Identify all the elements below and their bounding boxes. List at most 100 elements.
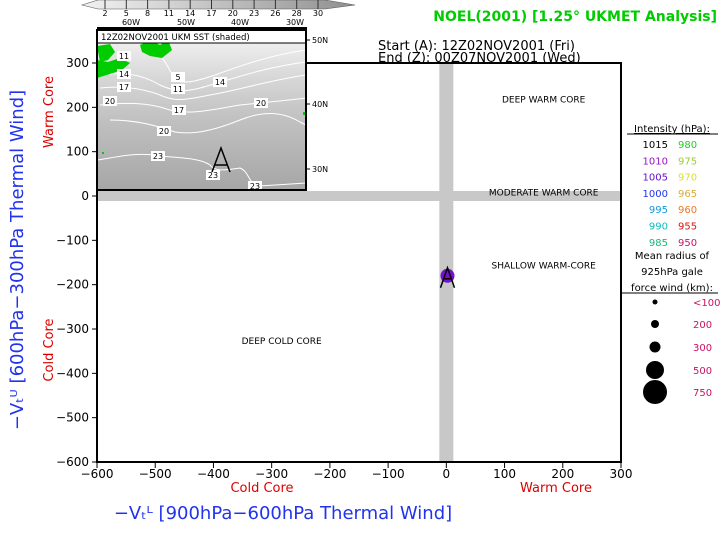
intensity-value: 950 xyxy=(678,238,697,249)
radius-marker xyxy=(649,341,661,353)
radius-marker xyxy=(651,320,659,328)
radius-label: 200 xyxy=(693,320,712,331)
y-tick-label: −500 xyxy=(56,411,89,425)
contour-label: 20 xyxy=(159,127,169,136)
radius-marker xyxy=(652,299,658,305)
chart-title: NOEL(2001) [1.25° UKMET Analysis] xyxy=(433,9,717,25)
y-tick-label: 200 xyxy=(66,100,89,114)
contour-label: 5 xyxy=(175,73,180,82)
region-label: DEEP WARM CORE xyxy=(502,95,586,105)
colorbar-tick-label: 2 xyxy=(102,9,107,18)
longitude-label: 30W xyxy=(286,18,304,27)
contour-label: 17 xyxy=(174,106,184,115)
x-tick-label: 0 xyxy=(443,467,451,481)
radius-marker xyxy=(646,361,664,379)
y-tick-label: 0 xyxy=(81,189,89,203)
region-label: MODERATE WARM CORE xyxy=(489,189,599,199)
y-warm-core-label: Warm Core xyxy=(42,76,57,148)
intensity-value: 970 xyxy=(678,173,697,184)
radius-label: 750 xyxy=(693,388,712,399)
intensity-value: 975 xyxy=(678,156,697,167)
sst-inset-map: 2 5 8 11 14 17 20 23 26 28 30 60W 50W 40W 30W 11 14 17 2… xyxy=(80,0,356,191)
y-axis-label: −Vₜᵁ [600hPa−300hPa Thermal Wind] xyxy=(7,90,28,430)
x-tick-label: −300 xyxy=(255,467,288,481)
contour-label: 20 xyxy=(105,97,115,106)
cyclone-phase-chart: NOEL(2001) [1.25° UKMET Analysis] Start … xyxy=(7,0,720,524)
colorbar-tick-label: 14 xyxy=(185,9,195,18)
colorbar-tick-label: 26 xyxy=(270,9,280,18)
colorbar-tick-label: 11 xyxy=(164,9,174,18)
intensity-value: 990 xyxy=(649,222,668,233)
intensity-value: 985 xyxy=(649,238,668,249)
y-axis-ticks: −600 −500 −400 −300 −200 −100 0 100 200 300 xyxy=(56,56,97,469)
latitude-label: 50N xyxy=(312,36,328,45)
sst-field xyxy=(97,43,306,190)
y-tick-label: 100 xyxy=(66,145,89,159)
contour-label: 11 xyxy=(119,52,129,61)
colorbar-tick-label: 28 xyxy=(292,9,302,18)
x-axis-label: −Vₜᴸ [900hPa−600hPa Thermal Wind] xyxy=(114,503,452,524)
y-tick-label: −400 xyxy=(56,366,89,380)
y-cold-core-label: Cold Core xyxy=(42,318,57,381)
radius-label: <100 xyxy=(693,298,720,309)
contour-label: 11 xyxy=(173,85,183,94)
intensity-legend-title: Intensity (hPa): xyxy=(634,124,710,135)
x-warm-core-label: Warm Core xyxy=(520,481,592,496)
radius-label: 500 xyxy=(693,366,712,377)
colorbar-tick-label: 8 xyxy=(145,9,150,18)
contour-label: 14 xyxy=(119,70,129,79)
intensity-value: 1010 xyxy=(643,156,668,167)
contour-label: 23 xyxy=(153,152,163,161)
latitude-labels: 50N 40N 30N xyxy=(306,36,328,174)
x-cold-core-label: Cold Core xyxy=(230,481,293,496)
longitude-labels: 60W 50W 40W 30W xyxy=(122,18,304,27)
longitude-label: 50W xyxy=(177,18,195,27)
intensity-value: 1000 xyxy=(643,189,668,200)
x-axis-ticks: −600 −500 −400 −300 −200 −100 0 100 200 300 xyxy=(81,462,633,481)
intensity-value: 960 xyxy=(678,205,697,216)
region-label: DEEP COLD CORE xyxy=(242,337,322,347)
y-tick-label: 300 xyxy=(66,56,89,70)
longitude-label: 60W xyxy=(122,18,140,27)
contour-label: 17 xyxy=(119,83,129,92)
colorbar-tick-label: 20 xyxy=(228,9,238,18)
sst-colorbar xyxy=(80,0,356,10)
contour-label: 14 xyxy=(215,78,225,87)
radius-legend-title-2: 925hPa gale xyxy=(641,267,703,278)
colorbar-tick-label: 23 xyxy=(249,9,259,18)
radius-legend-rows: <100 200 300 500 750 xyxy=(643,298,720,404)
radius-legend-title-3: force wind (km): xyxy=(631,283,713,294)
radius-marker xyxy=(643,380,667,404)
intensity-value: 995 xyxy=(649,205,668,216)
longitude-label: 40W xyxy=(231,18,249,27)
x-tick-label: −400 xyxy=(197,467,230,481)
intensity-legend-rows: 1015 980 1010 975 1005 970 1000 965 995 960 990 955… xyxy=(643,140,698,249)
x-tick-label: −500 xyxy=(139,467,172,481)
legend: Intensity (hPa): 1015 9801010 9751005 97010… xyxy=(622,124,720,404)
x-tick-label: 100 xyxy=(493,467,516,481)
x-tick-label: 300 xyxy=(610,467,633,481)
intensity-value: 955 xyxy=(678,222,697,233)
intensity-value: 1015 xyxy=(643,140,668,151)
intensity-value: 965 xyxy=(678,189,697,200)
contour-label: 20 xyxy=(256,99,266,108)
radius-label: 300 xyxy=(693,343,712,354)
intensity-value: 1005 xyxy=(643,173,668,184)
inset-title: 12Z02NOV2001 UKM SST (shaded) xyxy=(101,33,250,43)
x-tick-label: 200 xyxy=(551,467,574,481)
colorbar-tick-label: 30 xyxy=(313,9,323,18)
x-tick-label: −100 xyxy=(372,467,405,481)
zero-band-vertical xyxy=(439,63,454,462)
region-label: SHALLOW WARM-CORE xyxy=(492,262,597,272)
radius-legend-title-1: Mean radius of xyxy=(635,251,710,262)
x-tick-label: −200 xyxy=(313,467,346,481)
colorbar-tick-label: 17 xyxy=(206,9,216,18)
colorbar-tick-label: 5 xyxy=(124,9,129,18)
y-tick-label: −300 xyxy=(56,322,89,336)
latitude-label: 30N xyxy=(312,165,328,174)
latitude-label: 40N xyxy=(312,100,328,109)
y-tick-label: −600 xyxy=(56,455,89,469)
intensity-value: 980 xyxy=(678,140,697,151)
y-tick-label: −100 xyxy=(56,233,89,247)
contour-label: 23 xyxy=(208,171,218,180)
